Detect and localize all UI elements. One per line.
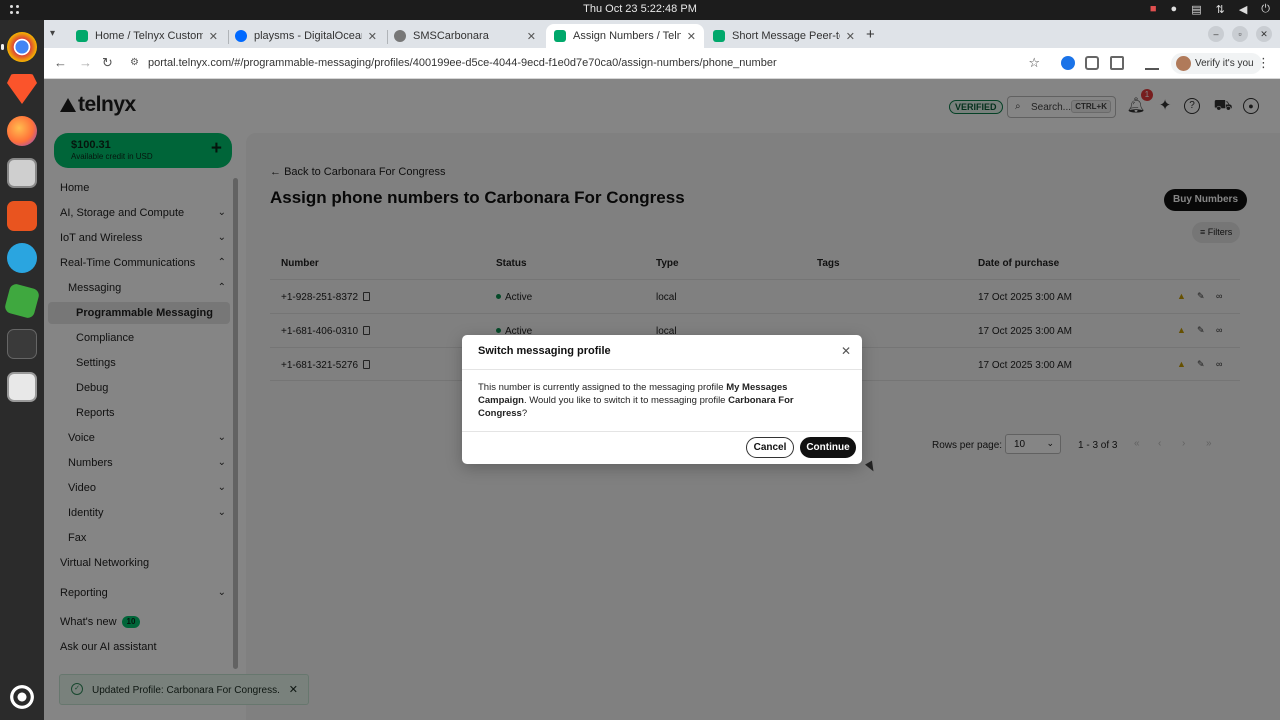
- back-arrow-icon[interactable]: ←: [54, 55, 67, 70]
- volume-icon[interactable]: ◀: [1239, 3, 1247, 16]
- window-controls: – ▫ ✕: [1208, 26, 1272, 42]
- tab-smpp[interactable]: Short Message Peer-to-P ✕: [705, 24, 863, 48]
- extension-icon[interactable]: [1061, 56, 1075, 70]
- reload-icon[interactable]: ↻: [102, 55, 113, 71]
- tab-list-chevron-icon[interactable]: ▾: [50, 28, 55, 39]
- network-icon[interactable]: ⇅: [1216, 3, 1225, 16]
- terminal-dock-icon[interactable]: [7, 329, 37, 359]
- record-icon[interactable]: ■: [1150, 3, 1157, 16]
- forward-arrow-icon[interactable]: →: [79, 55, 92, 70]
- brave-dock-icon[interactable]: [7, 74, 37, 104]
- telnyx-portal: telnyx VERIFIED ⌕ Search... CTRL+K 🔔︎ 1 …: [44, 79, 1280, 720]
- bookmark-star-icon[interactable]: ☆: [1028, 55, 1040, 71]
- site-info-icon[interactable]: ⚙: [130, 57, 139, 68]
- firefox-dock-icon[interactable]: [7, 116, 37, 146]
- os-top-bar: Thu Oct 23 5:22:48 PM ■ ● ▤ ⇅ ◀ ⏻: [0, 0, 1280, 20]
- kebab-menu-icon[interactable]: ⋮: [1257, 55, 1270, 71]
- continue-button[interactable]: Continue: [800, 437, 856, 458]
- omnibox[interactable]: ⚙ portal.telnyx.com/#/programmable-messa…: [124, 52, 1046, 75]
- show-apps-icon[interactable]: [7, 682, 37, 712]
- extension-icon[interactable]: [1085, 56, 1099, 70]
- profile-verify-chip[interactable]: Verify it's you: [1171, 53, 1262, 74]
- tab-smscarbonara[interactable]: SMSCarbonara ✕: [386, 24, 544, 48]
- new-tab-icon[interactable]: +: [866, 26, 875, 43]
- clipboard-icon[interactable]: ▤: [1191, 3, 1201, 16]
- app-center-dock-icon[interactable]: [7, 201, 37, 231]
- tab-strip: ▾ Home / Telnyx Customer ✕ playsms - Dig…: [44, 20, 1280, 48]
- close-icon[interactable]: ✕: [368, 30, 377, 43]
- chrome-tray-icon[interactable]: ●: [1171, 3, 1178, 16]
- tab-digitalocean[interactable]: playsms - DigitalOcean ✕: [227, 24, 385, 48]
- dialog-body: This number is currently assigned to the…: [478, 382, 794, 419]
- restore-icon[interactable]: ▫: [1232, 26, 1248, 42]
- close-icon[interactable]: ✕: [846, 30, 855, 43]
- switch-profile-dialog: Switch messaging profile ✕ This number i…: [462, 335, 862, 464]
- telnyx-icon: [554, 30, 566, 42]
- avatar: [1176, 56, 1191, 71]
- dialog-close-icon[interactable]: ✕: [841, 344, 851, 358]
- download-icon[interactable]: [1145, 56, 1159, 70]
- telnyx-icon: [713, 30, 725, 42]
- close-icon[interactable]: ✕: [687, 30, 696, 43]
- close-icon[interactable]: ✕: [209, 30, 218, 43]
- roblox-dock-icon[interactable]: [3, 282, 41, 320]
- divider: [462, 369, 862, 370]
- telegram-dock-icon[interactable]: [7, 243, 37, 273]
- url-text[interactable]: portal.telnyx.com/#/programmable-messagi…: [148, 57, 777, 69]
- trash-dock-icon[interactable]: [7, 372, 37, 402]
- os-clock[interactable]: Thu Oct 23 5:22:48 PM: [0, 3, 1280, 15]
- digitalocean-icon: [235, 30, 247, 42]
- minimize-icon[interactable]: –: [1208, 26, 1224, 42]
- address-bar: ← → ↻ ⚙ portal.telnyx.com/#/programmable…: [44, 48, 1280, 79]
- close-icon[interactable]: ✕: [527, 30, 536, 43]
- tab-assign-numbers[interactable]: Assign Numbers / Telnyx ✕: [546, 24, 704, 48]
- system-tray[interactable]: ■ ● ▤ ⇅ ◀ ⏻: [1150, 3, 1270, 16]
- tab-telnyx-home[interactable]: Home / Telnyx Customer ✕: [68, 24, 226, 48]
- telnyx-icon: [76, 30, 88, 42]
- globe-icon: [394, 30, 406, 42]
- power-icon[interactable]: ⏻: [1261, 3, 1270, 16]
- extensions-puzzle-icon[interactable]: [1110, 56, 1124, 70]
- files-dock-icon[interactable]: [7, 158, 37, 188]
- cancel-button[interactable]: Cancel: [746, 437, 794, 458]
- window-close-icon[interactable]: ✕: [1256, 26, 1272, 42]
- divider: [462, 431, 862, 432]
- chrome-dock-icon[interactable]: [1, 32, 37, 62]
- dialog-title: Switch messaging profile: [478, 345, 611, 357]
- dock: [0, 20, 44, 720]
